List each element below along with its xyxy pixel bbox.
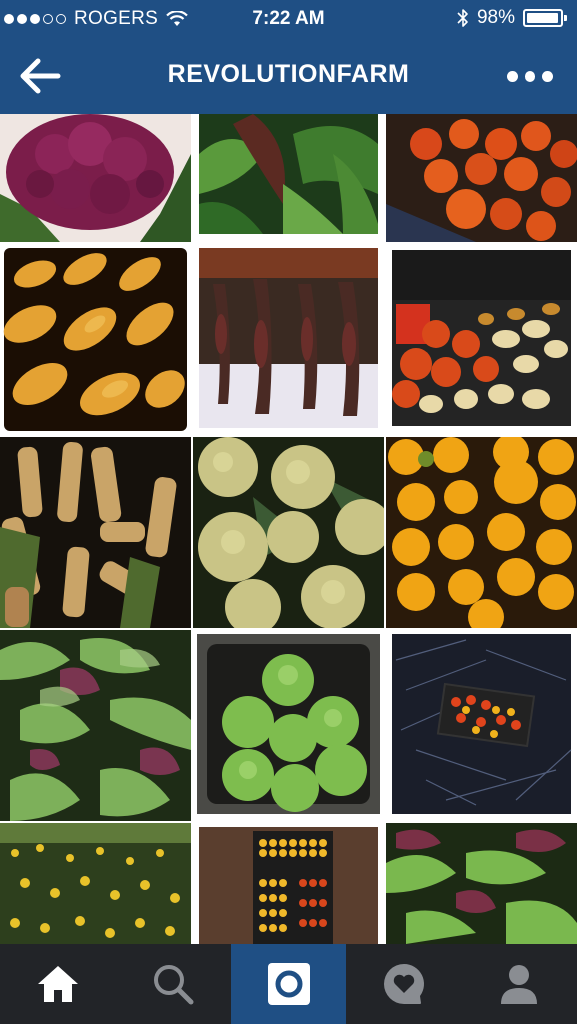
photo-tile[interactable] [193, 823, 384, 944]
photo-cherry-tomatoes-grass [386, 630, 577, 821]
battery-percent: 98% [476, 7, 515, 28]
photo-grid [0, 114, 577, 944]
photo-butternut-squash [0, 244, 191, 435]
tab-profile[interactable] [462, 944, 577, 1024]
photo-tile[interactable] [0, 244, 191, 435]
photo-salad-greens [0, 630, 191, 821]
status-right: 98% [457, 7, 567, 29]
tab-camera[interactable] [230, 944, 347, 1024]
photo-tomato-trays [193, 823, 384, 944]
nav-bar: REVOLUTIONFARM [0, 38, 577, 114]
photo-tile[interactable] [193, 437, 384, 628]
photo-tile[interactable] [193, 114, 384, 242]
photo-tile[interactable] [386, 437, 577, 628]
photo-tile[interactable] [386, 823, 577, 944]
tab-home[interactable] [0, 944, 115, 1024]
page-title: REVOLUTIONFARM [167, 60, 410, 88]
photo-tile[interactable] [386, 114, 577, 242]
photo-romanesco [193, 437, 384, 628]
photo-tile[interactable] [0, 823, 191, 944]
camera-icon [267, 963, 310, 1005]
photo-tile[interactable] [386, 630, 577, 821]
photo-tile[interactable] [386, 244, 577, 435]
search-icon [154, 965, 194, 1005]
photo-squash-truck [386, 244, 577, 435]
photo-yellow-tomatoes [386, 437, 577, 628]
photo-tile[interactable] [0, 114, 191, 242]
tab-search[interactable] [115, 944, 230, 1024]
photo-mixed-greens [386, 823, 577, 944]
photo-corn-cobs [0, 437, 191, 628]
profile-icon [501, 965, 538, 1004]
battery-icon [523, 8, 567, 28]
photo-tile[interactable] [193, 244, 384, 435]
photo-tile[interactable] [0, 437, 191, 628]
photo-pumpkins-crate [386, 114, 577, 242]
photo-tile[interactable] [0, 630, 191, 821]
battery-fill [527, 13, 559, 23]
home-icon [37, 966, 78, 1002]
photo-yellow-flowers [0, 823, 191, 944]
more-dots-icon [507, 70, 518, 82]
bluetooth-icon [457, 9, 468, 27]
photo-lettuce-leaves [193, 114, 384, 242]
heart-bubble-icon [383, 964, 424, 1004]
photo-hanging-peppers [193, 244, 384, 435]
status-bar: ROGERS 7:22 AM 98% [0, 0, 577, 38]
photo-purple-cauliflower [0, 114, 191, 242]
photo-cabbages-sink [193, 630, 384, 821]
photo-tile[interactable] [193, 630, 384, 821]
more-options-button[interactable] [507, 66, 554, 86]
tab-activity[interactable] [346, 944, 461, 1024]
tab-bar [0, 944, 577, 1024]
